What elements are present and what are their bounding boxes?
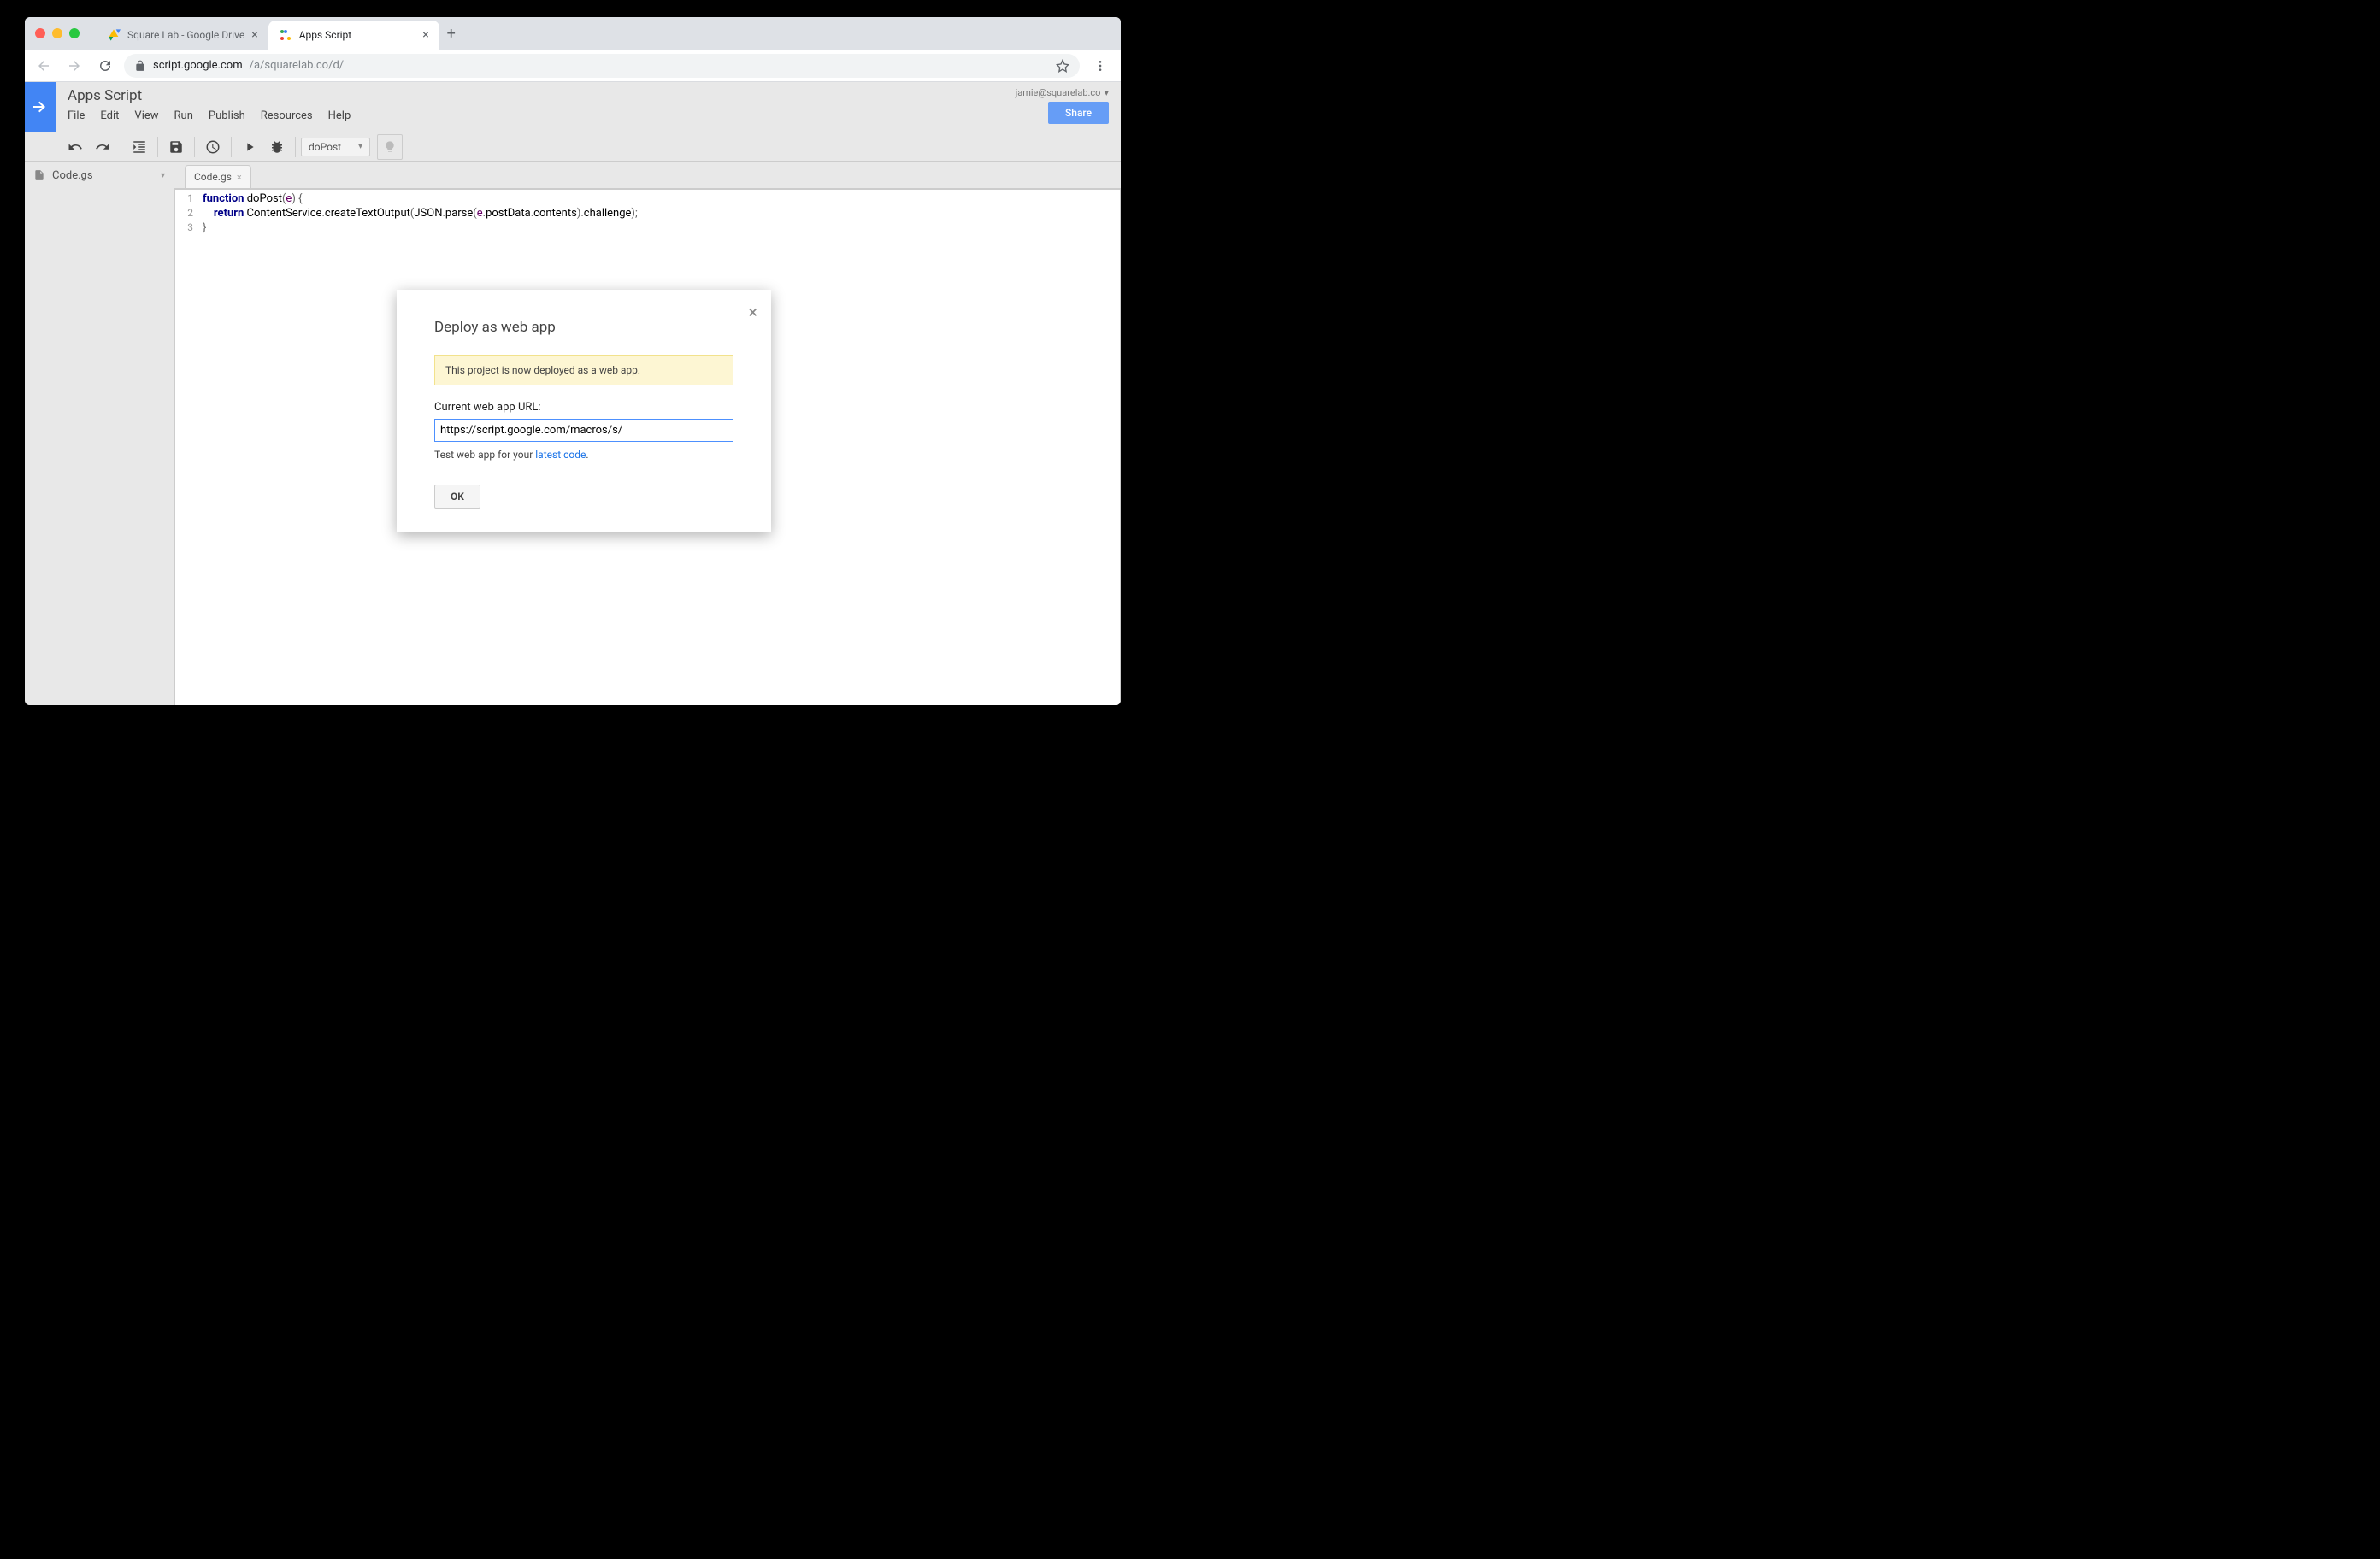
dots-vertical-icon [1093, 59, 1107, 73]
sidebar-file-label: Code.gs [52, 169, 93, 182]
run-button[interactable] [237, 134, 262, 160]
chevron-down-icon[interactable]: ▾ [161, 171, 165, 180]
save-icon [168, 139, 184, 155]
menu-help[interactable]: Help [328, 109, 351, 122]
editor-tab-label: Code.gs [194, 171, 232, 183]
undo-icon [68, 139, 83, 155]
clock-icon [205, 139, 221, 155]
close-icon[interactable]: × [237, 172, 242, 183]
maximize-window-button[interactable] [69, 28, 80, 38]
app-header: Apps Script File Edit View Run Publish R… [25, 82, 1121, 132]
ok-button[interactable]: OK [434, 485, 480, 509]
menu-publish[interactable]: Publish [209, 109, 245, 122]
test-prefix: Test web app for your [434, 449, 535, 461]
webapp-url-input[interactable] [434, 419, 733, 442]
forward-button[interactable] [62, 54, 86, 78]
menu-edit[interactable]: Edit [100, 109, 119, 122]
editor-tab-bar: Code.gs × [174, 162, 1121, 189]
browser-tab-bar: Square Lab - Google Drive × Apps Script … [25, 17, 1121, 50]
line-number: 2 [175, 206, 193, 221]
drive-icon [107, 28, 121, 42]
minimize-window-button[interactable] [52, 28, 62, 38]
indent-icon [132, 139, 147, 155]
undo-button[interactable] [62, 134, 88, 160]
url-label: Current web app URL: [434, 401, 733, 414]
star-icon[interactable] [1056, 59, 1069, 73]
apps-script-icon [279, 28, 292, 42]
deploy-dialog: × Deploy as web app This project is now … [397, 290, 771, 532]
user-account[interactable]: jamie@squarelab.co ▾ [1016, 87, 1109, 98]
url-path: /a/squarelab.co/d/ [250, 59, 345, 72]
lightbulb-icon [383, 140, 397, 154]
line-number: 1 [175, 191, 193, 206]
debug-button[interactable] [264, 134, 290, 160]
arrow-right-icon [67, 58, 82, 74]
app-logo[interactable] [25, 82, 56, 132]
tab-title: Apps Script [299, 29, 352, 41]
close-window-button[interactable] [35, 28, 45, 38]
line-number: 3 [175, 221, 193, 235]
lightbulb-button[interactable] [377, 134, 403, 160]
redo-icon [95, 139, 110, 155]
user-email-text: jamie@squarelab.co [1016, 87, 1101, 98]
menu-run[interactable]: Run [174, 109, 193, 122]
latest-code-link[interactable]: latest code [535, 449, 586, 461]
test-link-text: Test web app for your latest code. [434, 449, 733, 461]
window-controls [35, 28, 80, 38]
line-gutter: 1 2 3 [175, 190, 197, 705]
browser-menu-button[interactable] [1087, 59, 1114, 73]
sidebar-file-code[interactable]: Code.gs ▾ [25, 162, 174, 189]
close-tab-icon[interactable]: × [422, 28, 428, 42]
menu-bar: File Edit View Run Publish Resources Hel… [68, 109, 992, 122]
menu-view[interactable]: View [134, 109, 158, 122]
browser-tab-drive[interactable]: Square Lab - Google Drive × [97, 21, 268, 50]
tab-title: Square Lab - Google Drive [127, 29, 244, 41]
new-tab-button[interactable]: + [439, 21, 463, 45]
lock-icon [134, 60, 146, 72]
indent-button[interactable] [127, 134, 152, 160]
address-bar: script.google.com/a/squarelab.co/d/ [25, 50, 1121, 82]
reload-icon [97, 58, 113, 74]
menu-resources[interactable]: Resources [261, 109, 313, 122]
file-icon [33, 169, 45, 181]
toolbar: doPost ▾ [25, 132, 1121, 162]
app-title: Apps Script [68, 87, 992, 104]
menu-file[interactable]: File [68, 109, 85, 122]
arrow-right-icon [30, 97, 50, 117]
bug-icon [269, 139, 285, 155]
save-button[interactable] [163, 134, 189, 160]
deploy-notice: This project is now deployed as a web ap… [434, 355, 733, 385]
editor-tab-code[interactable]: Code.gs × [185, 165, 251, 188]
reload-button[interactable] [93, 54, 117, 78]
browser-tab-apps-script[interactable]: Apps Script × [268, 21, 439, 50]
chevron-down-icon: ▾ [1104, 87, 1109, 98]
url-field[interactable]: script.google.com/a/squarelab.co/d/ [124, 54, 1080, 78]
share-button[interactable]: Share [1048, 102, 1109, 124]
function-name: doPost [309, 141, 341, 153]
back-button[interactable] [32, 54, 56, 78]
file-sidebar: Code.gs ▾ [25, 162, 174, 705]
dialog-title: Deploy as web app [434, 319, 733, 336]
triggers-button[interactable] [200, 134, 226, 160]
close-tab-icon[interactable]: × [251, 28, 257, 42]
url-host: script.google.com [153, 59, 243, 72]
function-selector[interactable]: doPost ▾ [301, 138, 370, 156]
play-icon [243, 140, 256, 154]
chevron-down-icon: ▾ [358, 142, 362, 151]
redo-button[interactable] [90, 134, 115, 160]
dialog-close-button[interactable]: × [748, 302, 757, 322]
arrow-left-icon [36, 58, 51, 74]
